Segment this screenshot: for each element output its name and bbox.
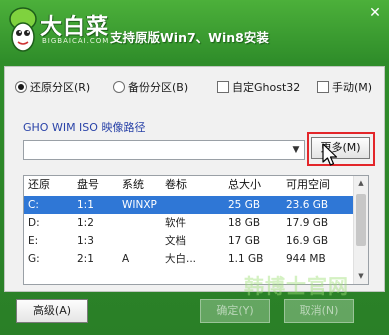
cell-system	[122, 214, 162, 232]
table-row[interactable]: C: 1:1 WINXP 25 GB 23.6 GB	[24, 196, 354, 214]
header-bar: 大白菜 BIGBAICAI.COM 支持原版Win7、Win8安装 ✕	[0, 0, 389, 62]
cell-label: 文档	[165, 235, 186, 247]
radio-indicator	[113, 81, 125, 93]
logo-text: 大白菜	[40, 15, 110, 40]
header-free-space[interactable]: 可用空间	[286, 176, 352, 194]
custom-ghost32-checkbox[interactable]: 自定Ghost32	[217, 78, 300, 96]
manual-label: 手动(M)	[332, 81, 373, 94]
ok-button[interactable]: 确定(Y)	[200, 299, 270, 323]
cancel-button[interactable]: 取消(N)	[284, 299, 354, 323]
custom-ghost32-label: 自定Ghost32	[232, 81, 301, 94]
table-row[interactable]: G: 2:1 A 大白... 1.1 GB 944 MB	[24, 250, 354, 268]
cell-system: WINXP	[122, 199, 157, 211]
installer-window: 大白菜 BIGBAICAI.COM 支持原版Win7、Win8安装 ✕ 还原分区…	[0, 0, 389, 335]
scroll-down-icon[interactable]: ▼	[354, 269, 368, 284]
mode-options: 还原分区(R) 备份分区(B) 自定Ghost32 手动(M)	[5, 78, 386, 96]
cell-restore: C:	[28, 199, 39, 211]
radio-indicator	[15, 81, 27, 93]
cell-total-size: 25 GB	[228, 199, 261, 211]
table-row[interactable]: D: 1:2 软件 18 GB 17.9 GB	[24, 214, 354, 232]
cell-total-size: 18 GB	[228, 217, 261, 229]
main-panel: 还原分区(R) 备份分区(B) 自定Ghost32 手动(M) GHO WIM …	[4, 66, 385, 292]
table-header: 还原 盘号 系统 卷标 总大小 可用空间	[24, 176, 354, 194]
cell-disk: 1:3	[77, 235, 94, 247]
dropdown-arrow-icon[interactable]: ▼	[288, 141, 304, 159]
cell-total-size: 17 GB	[228, 235, 261, 247]
partition-table[interactable]: 还原 盘号 系统 卷标 总大小 可用空间 C: 1:1 WINXP 25 GB …	[23, 175, 369, 285]
cell-disk: 1:2	[77, 217, 94, 229]
header-system[interactable]: 系统	[122, 176, 162, 194]
backup-partition-radio[interactable]: 备份分区(B)	[113, 78, 188, 96]
advanced-button[interactable]: 高级(A)	[16, 299, 88, 323]
close-icon[interactable]: ✕	[366, 4, 384, 22]
checkbox-indicator	[217, 81, 229, 93]
header-restore[interactable]: 还原	[28, 176, 68, 194]
mascot-logo-icon	[9, 7, 37, 52]
more-button[interactable]: 更多(M)	[311, 137, 370, 159]
cell-free-space: 23.6 GB	[286, 199, 329, 211]
restore-partition-radio[interactable]: 还原分区(R)	[15, 78, 90, 96]
restore-partition-label: 还原分区(R)	[30, 81, 91, 94]
cell-restore: D:	[28, 217, 40, 229]
cell-free-space: 944 MB	[286, 253, 326, 265]
logo-subtext: BIGBAICAI.COM	[42, 37, 110, 45]
cell-restore: E:	[28, 235, 39, 247]
cell-total-size: 1.1 GB	[228, 253, 264, 265]
cell-system: A	[122, 253, 130, 265]
cell-free-space: 17.9 GB	[286, 217, 329, 229]
header-disk[interactable]: 盘号	[77, 176, 117, 194]
cell-disk: 1:1	[77, 199, 94, 211]
cell-system	[122, 232, 162, 250]
table-scrollbar[interactable]: ▲ ▼	[353, 176, 368, 284]
checkbox-indicator	[317, 81, 329, 93]
cell-label	[165, 196, 223, 214]
scroll-thumb[interactable]	[356, 194, 366, 246]
header-total-size[interactable]: 总大小	[228, 176, 280, 194]
image-path-combobox[interactable]: ▼	[23, 140, 305, 160]
backup-partition-label: 备份分区(B)	[128, 81, 189, 94]
manual-checkbox[interactable]: 手动(M)	[317, 78, 372, 96]
cell-label: 软件	[165, 217, 186, 229]
cell-free-space: 16.9 GB	[286, 235, 329, 247]
cell-disk: 2:1	[77, 253, 94, 265]
scroll-up-icon[interactable]: ▲	[354, 176, 368, 191]
cell-restore: G:	[28, 253, 40, 265]
tagline: 支持原版Win7、Win8安装	[110, 30, 269, 45]
cell-label: 大白...	[165, 253, 197, 265]
table-row[interactable]: E: 1:3 文档 17 GB 16.9 GB	[24, 232, 354, 250]
header-label[interactable]: 卷标	[165, 176, 223, 194]
image-path-label: GHO WIM ISO 映像路径	[23, 121, 146, 134]
